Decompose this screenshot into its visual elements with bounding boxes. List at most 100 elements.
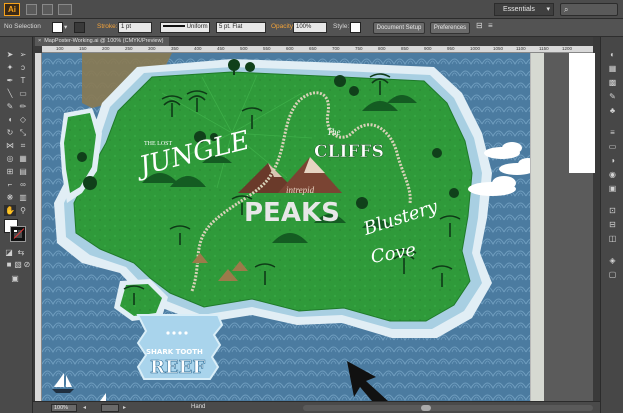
rotate-tool-icon[interactable]: ↻ <box>4 127 16 138</box>
horizontal-scrollbar[interactable] <box>303 405 593 411</box>
app-logo: Ai <box>4 3 20 16</box>
magic-wand-tool-icon[interactable]: ✦ <box>4 62 16 73</box>
artboard-canvas[interactable]: THE LOST JUNGLE The CLIFFS intrepid PEAK… <box>42 53 593 401</box>
opacity-field[interactable]: 100% <box>293 22 327 33</box>
arrange-documents-icon[interactable] <box>42 4 53 15</box>
selection-tool-icon[interactable]: ➤ <box>4 49 16 60</box>
map-label-intrepid: intrepid <box>286 185 315 195</box>
blend-tool-icon[interactable]: ∞ <box>17 179 29 190</box>
ruler-tick-label: 350 <box>171 46 179 51</box>
zoom-tool-icon[interactable]: ⚲ <box>17 205 29 216</box>
workspace-label: Essentials <box>503 6 535 13</box>
direct-selection-tool-icon[interactable]: ➢ <box>17 49 29 60</box>
search-icon: ⌕ <box>564 5 569 14</box>
bridge-icon[interactable] <box>26 4 37 15</box>
application-bar: Ai Essentials ▾ ⌕ <box>0 0 623 19</box>
graphic-style-swatch[interactable] <box>350 22 361 33</box>
color-guide-icon[interactable]: ▦ <box>607 63 618 74</box>
width-tool-icon[interactable]: ⋈ <box>4 140 16 151</box>
free-transform-tool-icon[interactable]: ⌗ <box>17 140 29 151</box>
gradient-panel-icon[interactable]: ▭ <box>607 141 618 152</box>
stroke-swatch[interactable] <box>74 22 85 33</box>
align-panel-icon[interactable]: ⊟ <box>607 219 618 230</box>
color-panel-icon[interactable]: ◐ <box>607 49 618 60</box>
next-artboard-icon[interactable]: ▸ <box>123 404 126 411</box>
ruler-tick-label: 500 <box>240 46 248 51</box>
perspective-grid-tool-icon[interactable]: ▦ <box>17 153 29 164</box>
symbols-panel-icon[interactable]: ♣ <box>607 105 618 116</box>
ruler-tick-label: 1100 <box>516 46 526 51</box>
ruler-tick-label: 600 <box>286 46 294 51</box>
previous-artboard-icon[interactable]: ◂ <box>83 404 86 411</box>
document-tab-bar: × MapPoster-Working.ai @ 100% (CMYK/Previ… <box>33 37 593 46</box>
ruler-tick-label: 450 <box>217 46 225 51</box>
layers-panel-icon[interactable]: ◈ <box>607 255 618 266</box>
pencil-tool-icon[interactable]: ✏ <box>17 101 29 112</box>
close-icon[interactable]: × <box>38 38 41 44</box>
pathfinder-panel-icon[interactable]: ◫ <box>607 233 618 244</box>
opacity-label[interactable]: Opacity: <box>271 23 295 30</box>
document-setup-button[interactable]: Document Setup <box>373 22 425 34</box>
document-tab[interactable]: × MapPoster-Working.ai @ 100% (CMYK/Previ… <box>35 37 170 46</box>
ruler-tick-label: 900 <box>424 46 432 51</box>
help-search-input[interactable]: ⌕ <box>560 3 618 16</box>
default-colors-icon[interactable]: ◪ <box>3 247 15 258</box>
scrollbar-thumb[interactable] <box>421 405 431 411</box>
mesh-tool-icon[interactable]: ⊞ <box>4 166 16 177</box>
gradient-tool-icon[interactable]: ▤ <box>17 166 29 177</box>
eyedropper-tool-icon[interactable]: ⌐ <box>4 179 16 190</box>
vertical-ruler[interactable] <box>35 53 42 401</box>
hand-tool-icon[interactable]: ✋ <box>4 205 16 216</box>
ruler-tick-label: 400 <box>194 46 202 51</box>
swap-colors-icon[interactable]: ⇆ <box>15 247 27 258</box>
stroke-label[interactable]: Stroke: <box>97 23 118 30</box>
appearance-panel-icon[interactable]: ◉ <box>607 169 618 180</box>
variable-width-profile[interactable]: Uniform <box>160 22 210 33</box>
eraser-tool-icon[interactable]: ◇ <box>17 114 29 125</box>
panel-dock: ◐ ▦ ▩ ✎ ♣ ≡ ▭ ◑ ◉ ▣ ⊡ ⊟ ◫ ◈ ▢ <box>600 37 623 413</box>
horizontal-ruler[interactable]: 100 150 200 250 300 350 400 450 500 550 600 650 700 7… <box>42 46 593 53</box>
artboards-panel-icon[interactable]: ▢ <box>607 269 618 280</box>
transparency-panel-icon[interactable]: ◑ <box>607 155 618 166</box>
brushes-panel-icon[interactable]: ✎ <box>607 91 618 102</box>
ruler-tick-label: 200 <box>102 46 110 51</box>
transform-panel-icon[interactable]: ⊡ <box>607 205 618 216</box>
chevron-down-icon[interactable]: ▾ <box>64 23 67 31</box>
swatches-panel-icon[interactable]: ▩ <box>607 77 618 88</box>
symbol-sprayer-tool-icon[interactable]: ❋ <box>4 192 16 203</box>
workspace-switcher[interactable]: Essentials ▾ <box>494 3 554 16</box>
preferences-button[interactable]: Preferences <box>430 22 470 34</box>
type-tool-icon[interactable]: T <box>17 75 29 86</box>
graph-tool-icon[interactable]: ▥ <box>17 192 29 203</box>
fill-swatch[interactable] <box>52 22 63 33</box>
stroke-color-box[interactable] <box>10 226 26 242</box>
selection-status: No Selection <box>4 23 41 30</box>
ruler-tick-label: 700 <box>332 46 340 51</box>
screen-mode-icon[interactable]: ▣ <box>9 273 21 284</box>
current-tool-label: Hand <box>191 404 206 410</box>
none-mode-icon[interactable]: ⊘ <box>21 259 33 270</box>
artboard-number-field[interactable] <box>101 404 119 412</box>
align-icon[interactable]: ⊟ <box>476 21 483 30</box>
stroke-panel-icon[interactable]: ≡ <box>607 127 618 138</box>
blob-brush-tool-icon[interactable]: ◖ <box>4 114 16 125</box>
line-tool-icon[interactable]: ╲ <box>4 88 16 99</box>
graphic-styles-panel-icon[interactable]: ▣ <box>607 183 618 194</box>
scale-tool-icon[interactable]: ⤡ <box>17 127 29 138</box>
stroke-weight-field[interactable]: 1 pt <box>118 22 152 33</box>
pen-tool-icon[interactable]: ✒ <box>4 75 16 86</box>
panel-menu-icon[interactable]: ≡ <box>488 21 493 30</box>
brush-definition[interactable]: 5 pt. Flat <box>216 22 266 33</box>
lasso-tool-icon[interactable]: ↄ <box>17 62 29 73</box>
paintbrush-tool-icon[interactable]: ✎ <box>4 101 16 112</box>
ruler-tick-label: 1050 <box>493 46 504 51</box>
ruler-tick-label: 550 <box>263 46 271 51</box>
ruler-tick-label: 800 <box>378 46 386 51</box>
tools-panel: ➤ ➢ ✦ ↄ ✒ T ╲ ▭ ✎ ✏ ◖ ◇ ↻ ⤡ ⋈ ⌗ ◎ ▦ ⊞ ▤ … <box>0 37 33 413</box>
rectangle-tool-icon[interactable]: ▭ <box>17 88 29 99</box>
pasteboard-white-page <box>569 53 595 173</box>
map-label-reef: REEF <box>150 357 205 378</box>
zoom-level-field[interactable]: 100% <box>51 404 77 412</box>
shape-builder-tool-icon[interactable]: ◎ <box>4 153 16 164</box>
gpu-performance-icon[interactable] <box>58 4 72 15</box>
